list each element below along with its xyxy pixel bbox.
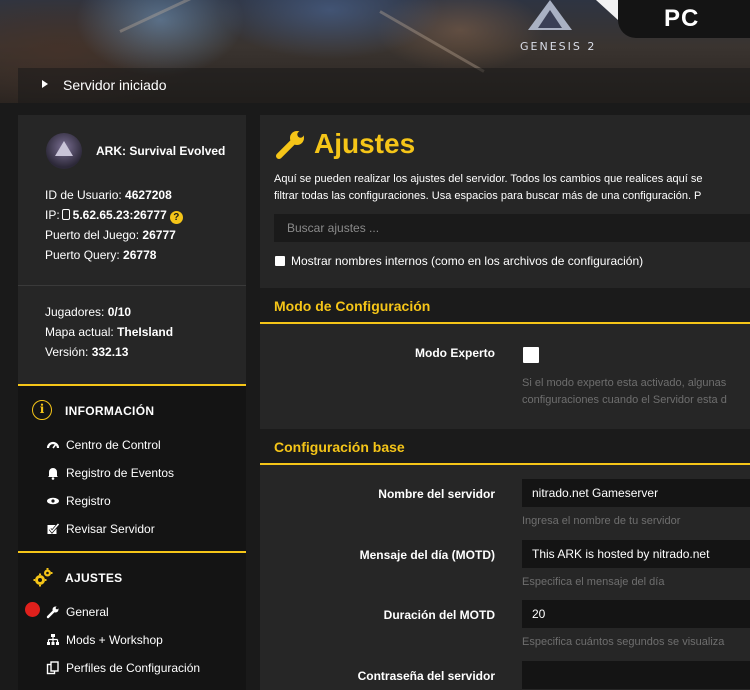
check-square-icon <box>46 522 60 536</box>
page-description: Aquí se pueden realizar los ajustes del … <box>274 171 750 205</box>
expert-mode-checkbox[interactable] <box>523 347 539 363</box>
server-password-label: Contraseña del servidor <box>357 669 495 683</box>
play-icon <box>42 80 48 88</box>
ip-row: IP: 5.62.65.23:26777? <box>45 208 183 224</box>
query-port-row: Puerto Query: 26778 <box>45 248 156 262</box>
bell-icon <box>46 466 60 480</box>
section-title: Configuración base <box>274 439 405 455</box>
motd-label: Mensaje del día (MOTD) <box>359 548 495 562</box>
expert-mode-hint: Si el modo experto esta activado, alguna… <box>522 375 727 409</box>
hint-line: Si el modo experto esta activado, alguna… <box>522 377 727 389</box>
game-port-row: Puerto del Juego: 26777 <box>45 228 176 242</box>
nav-item-check-server[interactable]: Revisar Servidor <box>18 516 246 542</box>
show-internal-names-label: Mostrar nombres internos (como en los ar… <box>291 254 644 268</box>
nav-item-event-log[interactable]: Registro de Eventos <box>18 460 246 486</box>
sitemap-icon <box>46 633 60 647</box>
ip-label: IP: <box>45 208 60 222</box>
header-banner: GENESIS 2 PC Servidor iniciado <box>0 0 750 103</box>
game-port-value: 26777 <box>142 228 176 242</box>
nav-item-general[interactable]: General <box>18 599 246 625</box>
map-row: Mapa actual: TheIsland <box>45 325 173 339</box>
description-line: Aquí se pueden realizar los ajustes del … <box>274 173 703 185</box>
section-title: Modo de Configuración <box>274 298 431 314</box>
hint-line: configuraciones cuando el Servidor esta … <box>522 394 727 406</box>
server-status-text: Servidor iniciado <box>63 77 167 93</box>
wrench-icon <box>274 127 308 161</box>
nav-item-config-profiles[interactable]: Perfiles de Configuración <box>18 655 246 681</box>
lock-icon <box>61 209 70 220</box>
server-name-label: Nombre del servidor <box>378 487 495 501</box>
nav-item-log[interactable]: Registro <box>18 488 246 514</box>
divider <box>18 285 246 286</box>
motd-duration-hint: Especifica cuántos segundos se visualiza <box>522 636 725 648</box>
version-value: 332.13 <box>91 345 129 359</box>
server-name-input[interactable] <box>522 479 750 507</box>
players-value: 0/10 <box>107 305 132 319</box>
nav-item-control-center[interactable]: Centro de Control <box>18 432 246 458</box>
server-name: ARK: Survival Evolved <box>96 144 226 158</box>
server-status-bar: Servidor iniciado <box>18 68 750 103</box>
players-row: Jugadores: 0/10 <box>45 305 131 319</box>
gears-icon <box>32 567 53 587</box>
info-nav-header: i INFORMACIÓN <box>18 390 246 430</box>
settings-search-input[interactable] <box>274 214 750 242</box>
eye-icon <box>46 494 60 508</box>
players-label: Jugadores: <box>45 305 105 319</box>
show-internal-names-checkbox[interactable] <box>275 256 285 266</box>
user-id-row: ID de Usuario: 4627208 <box>45 188 172 202</box>
config-mode-section-header: Modo de Configuración <box>260 288 750 324</box>
motd-input[interactable] <box>522 540 750 568</box>
banner-art <box>119 0 248 33</box>
version-label: Versión: <box>45 345 89 359</box>
banner-art <box>379 10 485 73</box>
map-label: Mapa actual: <box>45 325 114 339</box>
game-port-label: Puerto del Juego: <box>45 228 140 242</box>
nav-label: Registro <box>66 494 111 508</box>
nav-label: Centro de Control <box>66 438 161 452</box>
main-content: Ajustes Aquí se pueden realizar los ajus… <box>260 115 750 690</box>
settings-nav: AJUSTES General Mods + Workshop Perfiles… <box>18 553 246 690</box>
nav-label: Mods + Workshop <box>66 633 163 647</box>
nav-label: Perfiles de Configuración <box>66 661 201 675</box>
motd-duration-label: Duración del MOTD <box>383 608 495 622</box>
description-line: filtrar todas las configuraciones. Usa e… <box>274 190 702 202</box>
server-password-input[interactable] <box>522 661 750 689</box>
sidebar: ARK: Survival Evolved ID de Usuario: 462… <box>18 115 246 690</box>
query-port-label: Puerto Query: <box>45 248 120 262</box>
server-info-card: ARK: Survival Evolved ID de Usuario: 462… <box>18 115 246 285</box>
nav-item-mods-workshop[interactable]: Mods + Workshop <box>18 627 246 653</box>
info-icon: i <box>32 400 52 420</box>
server-logo <box>46 133 82 169</box>
server-name-hint: Ingresa el nombre de tu servidor <box>522 515 681 527</box>
user-id-value: 4627208 <box>125 188 172 202</box>
page-title: Ajustes <box>314 128 416 159</box>
nav-label: Registro de Eventos <box>66 466 175 480</box>
base-config-section-header: Configuración base <box>260 429 750 465</box>
settings-nav-title: AJUSTES <box>65 571 123 585</box>
nav-label: General <box>66 605 109 619</box>
motd-hint: Especifica el mensaje del día <box>522 576 665 588</box>
logo-subtitle: GENESIS 2 <box>520 40 597 53</box>
ip-value[interactable]: 5.62.65.23:26777 <box>73 208 167 222</box>
motd-duration-input[interactable] <box>522 600 750 628</box>
settings-nav-header: AJUSTES <box>18 557 246 597</box>
info-nav: i INFORMACIÓN Centro de Control Registro… <box>18 386 246 551</box>
version-row: Versión: 332.13 <box>45 345 128 359</box>
nav-label: Revisar Servidor <box>66 522 155 536</box>
user-id-label: ID de Usuario: <box>45 188 122 202</box>
gauge-icon <box>46 438 60 452</box>
wrench-icon <box>46 605 60 619</box>
copy-icon <box>46 661 60 675</box>
query-port-value: 26778 <box>123 248 157 262</box>
platform-label: PC <box>664 5 700 32</box>
help-icon[interactable]: ? <box>169 211 183 224</box>
expert-mode-label: Modo Experto <box>415 346 495 360</box>
map-value: TheIsland <box>117 325 174 339</box>
info-nav-title: INFORMACIÓN <box>65 404 155 418</box>
platform-badge: PC <box>618 0 750 38</box>
